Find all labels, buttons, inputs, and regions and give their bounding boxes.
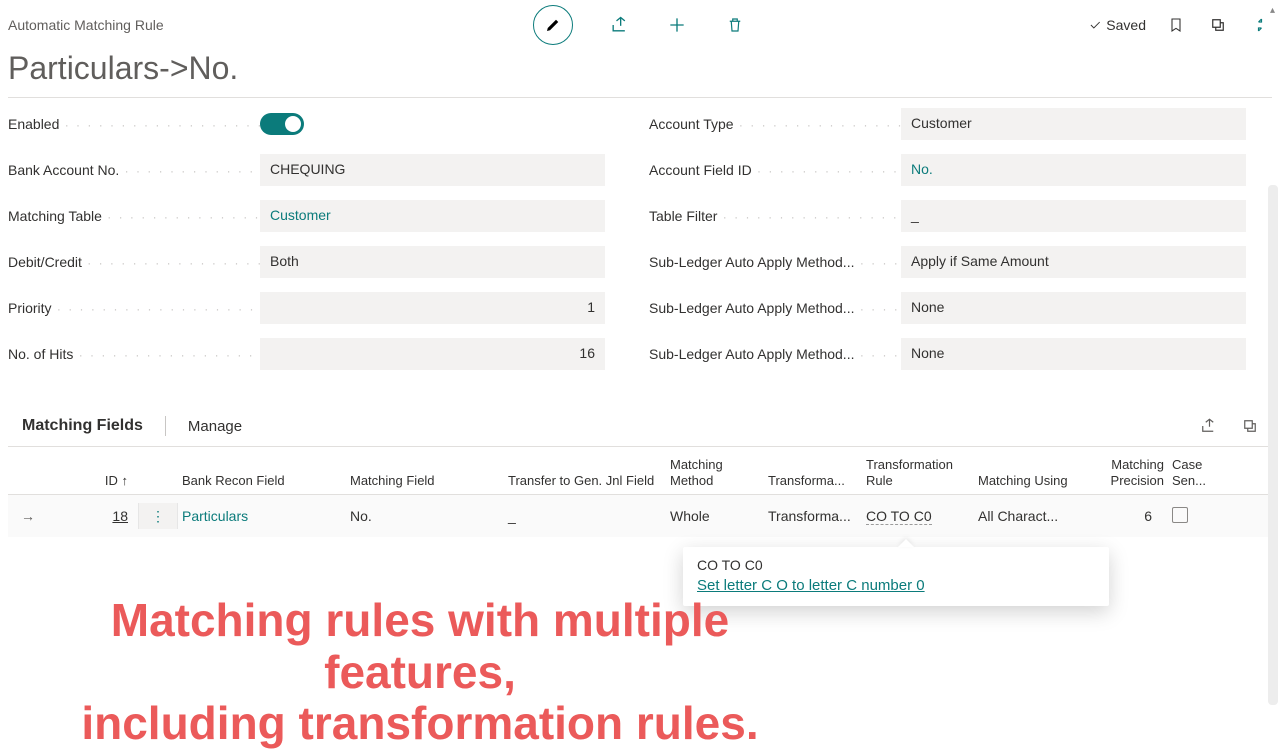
scrollbar[interactable]: ▴ — [1266, 105, 1280, 705]
cell-rule[interactable]: CO TO C0 — [862, 508, 974, 525]
debit-credit-label: Debit/Credit — [8, 254, 260, 270]
account-field-id-label: Account Field ID — [649, 162, 901, 178]
bank-account-value[interactable]: CHEQUING — [260, 154, 605, 186]
popout-icon[interactable] — [1206, 13, 1230, 37]
enabled-toggle[interactable] — [260, 113, 304, 135]
saved-label: Saved — [1106, 17, 1146, 33]
col-bank-recon[interactable]: Bank Recon Field — [178, 473, 346, 489]
grid-section-title: Matching Fields — [22, 417, 143, 435]
cell-bank-recon[interactable]: Particulars — [178, 508, 346, 524]
tooltip-link[interactable]: Set letter C O to letter C number 0 — [697, 577, 1095, 594]
page-title: Particulars->No. — [0, 44, 1280, 97]
bookmark-icon[interactable] — [1164, 13, 1188, 37]
table-filter-label: Table Filter — [649, 208, 901, 224]
cell-method: Whole — [666, 508, 764, 524]
new-icon[interactable] — [665, 13, 689, 37]
row-id[interactable]: 18 — [48, 508, 138, 524]
breadcrumb: Automatic Matching Rule — [8, 17, 164, 33]
sub-ledger-2-value[interactable]: None — [901, 292, 1246, 324]
debit-credit-value[interactable]: Both — [260, 246, 605, 278]
col-transfer[interactable]: Transfer to Gen. Jnl Field — [504, 473, 666, 489]
account-field-id-value[interactable]: No. — [901, 154, 1246, 186]
table-row[interactable]: → 18 ⋮ Particulars No. _ Whole Transform… — [8, 495, 1272, 537]
divider — [165, 416, 166, 436]
table-filter-value[interactable]: _ — [901, 200, 1246, 232]
hits-value[interactable]: 16 — [260, 338, 605, 370]
cell-case[interactable] — [1168, 507, 1216, 526]
grid-share-icon[interactable] — [1196, 414, 1220, 438]
cell-transfer: _ — [504, 508, 666, 524]
annotation-text: Matching rules with multiple features, i… — [10, 595, 830, 750]
row-menu-icon[interactable]: ⋮ — [138, 503, 178, 529]
edit-button[interactable] — [533, 5, 573, 45]
cell-matching-field: No. — [346, 508, 504, 524]
col-precision[interactable]: Matching Precision — [1090, 457, 1168, 488]
manage-button[interactable]: Manage — [188, 418, 242, 435]
delete-icon[interactable] — [723, 13, 747, 37]
sub-ledger-1-label: Sub-Ledger Auto Apply Method... — [649, 254, 901, 270]
col-case[interactable]: Case Sen... — [1168, 457, 1216, 488]
cell-precision: 6 — [1090, 508, 1168, 524]
col-using[interactable]: Matching Using — [974, 473, 1090, 489]
matching-table-label: Matching Table — [8, 208, 260, 224]
priority-value[interactable]: 1 — [260, 292, 605, 324]
col-method[interactable]: Matching Method — [666, 457, 764, 488]
cell-using: All Charact... — [974, 508, 1090, 524]
sub-ledger-3-value[interactable]: None — [901, 338, 1246, 370]
grid-expand-icon[interactable] — [1238, 414, 1262, 438]
col-rule[interactable]: Transformation Rule — [862, 457, 974, 488]
sub-ledger-3-label: Sub-Ledger Auto Apply Method... — [649, 346, 901, 362]
cell-transforma: Transforma... — [764, 508, 862, 524]
matching-table-value[interactable]: Customer — [260, 200, 605, 232]
priority-label: Priority — [8, 300, 260, 316]
grid-header: ID ↑ Bank Recon Field Matching Field Tra… — [8, 447, 1272, 495]
row-pointer-icon: → — [8, 508, 48, 524]
account-type-label: Account Type — [649, 116, 901, 132]
col-transforma[interactable]: Transforma... — [764, 473, 862, 489]
hits-label: No. of Hits — [8, 346, 260, 362]
share-icon[interactable] — [607, 13, 631, 37]
saved-status: Saved — [1088, 17, 1146, 33]
bank-account-label: Bank Account No. — [8, 162, 260, 178]
sub-ledger-2-label: Sub-Ledger Auto Apply Method... — [649, 300, 901, 316]
col-matching-field[interactable]: Matching Field — [346, 473, 504, 489]
enabled-label: Enabled — [8, 116, 260, 132]
account-type-value[interactable]: Customer — [901, 108, 1246, 140]
collapse-icon[interactable] — [1248, 13, 1272, 37]
col-id[interactable]: ID ↑ — [48, 473, 138, 489]
tooltip-title: CO TO C0 — [697, 557, 1095, 573]
sub-ledger-1-value[interactable]: Apply if Same Amount — [901, 246, 1246, 278]
